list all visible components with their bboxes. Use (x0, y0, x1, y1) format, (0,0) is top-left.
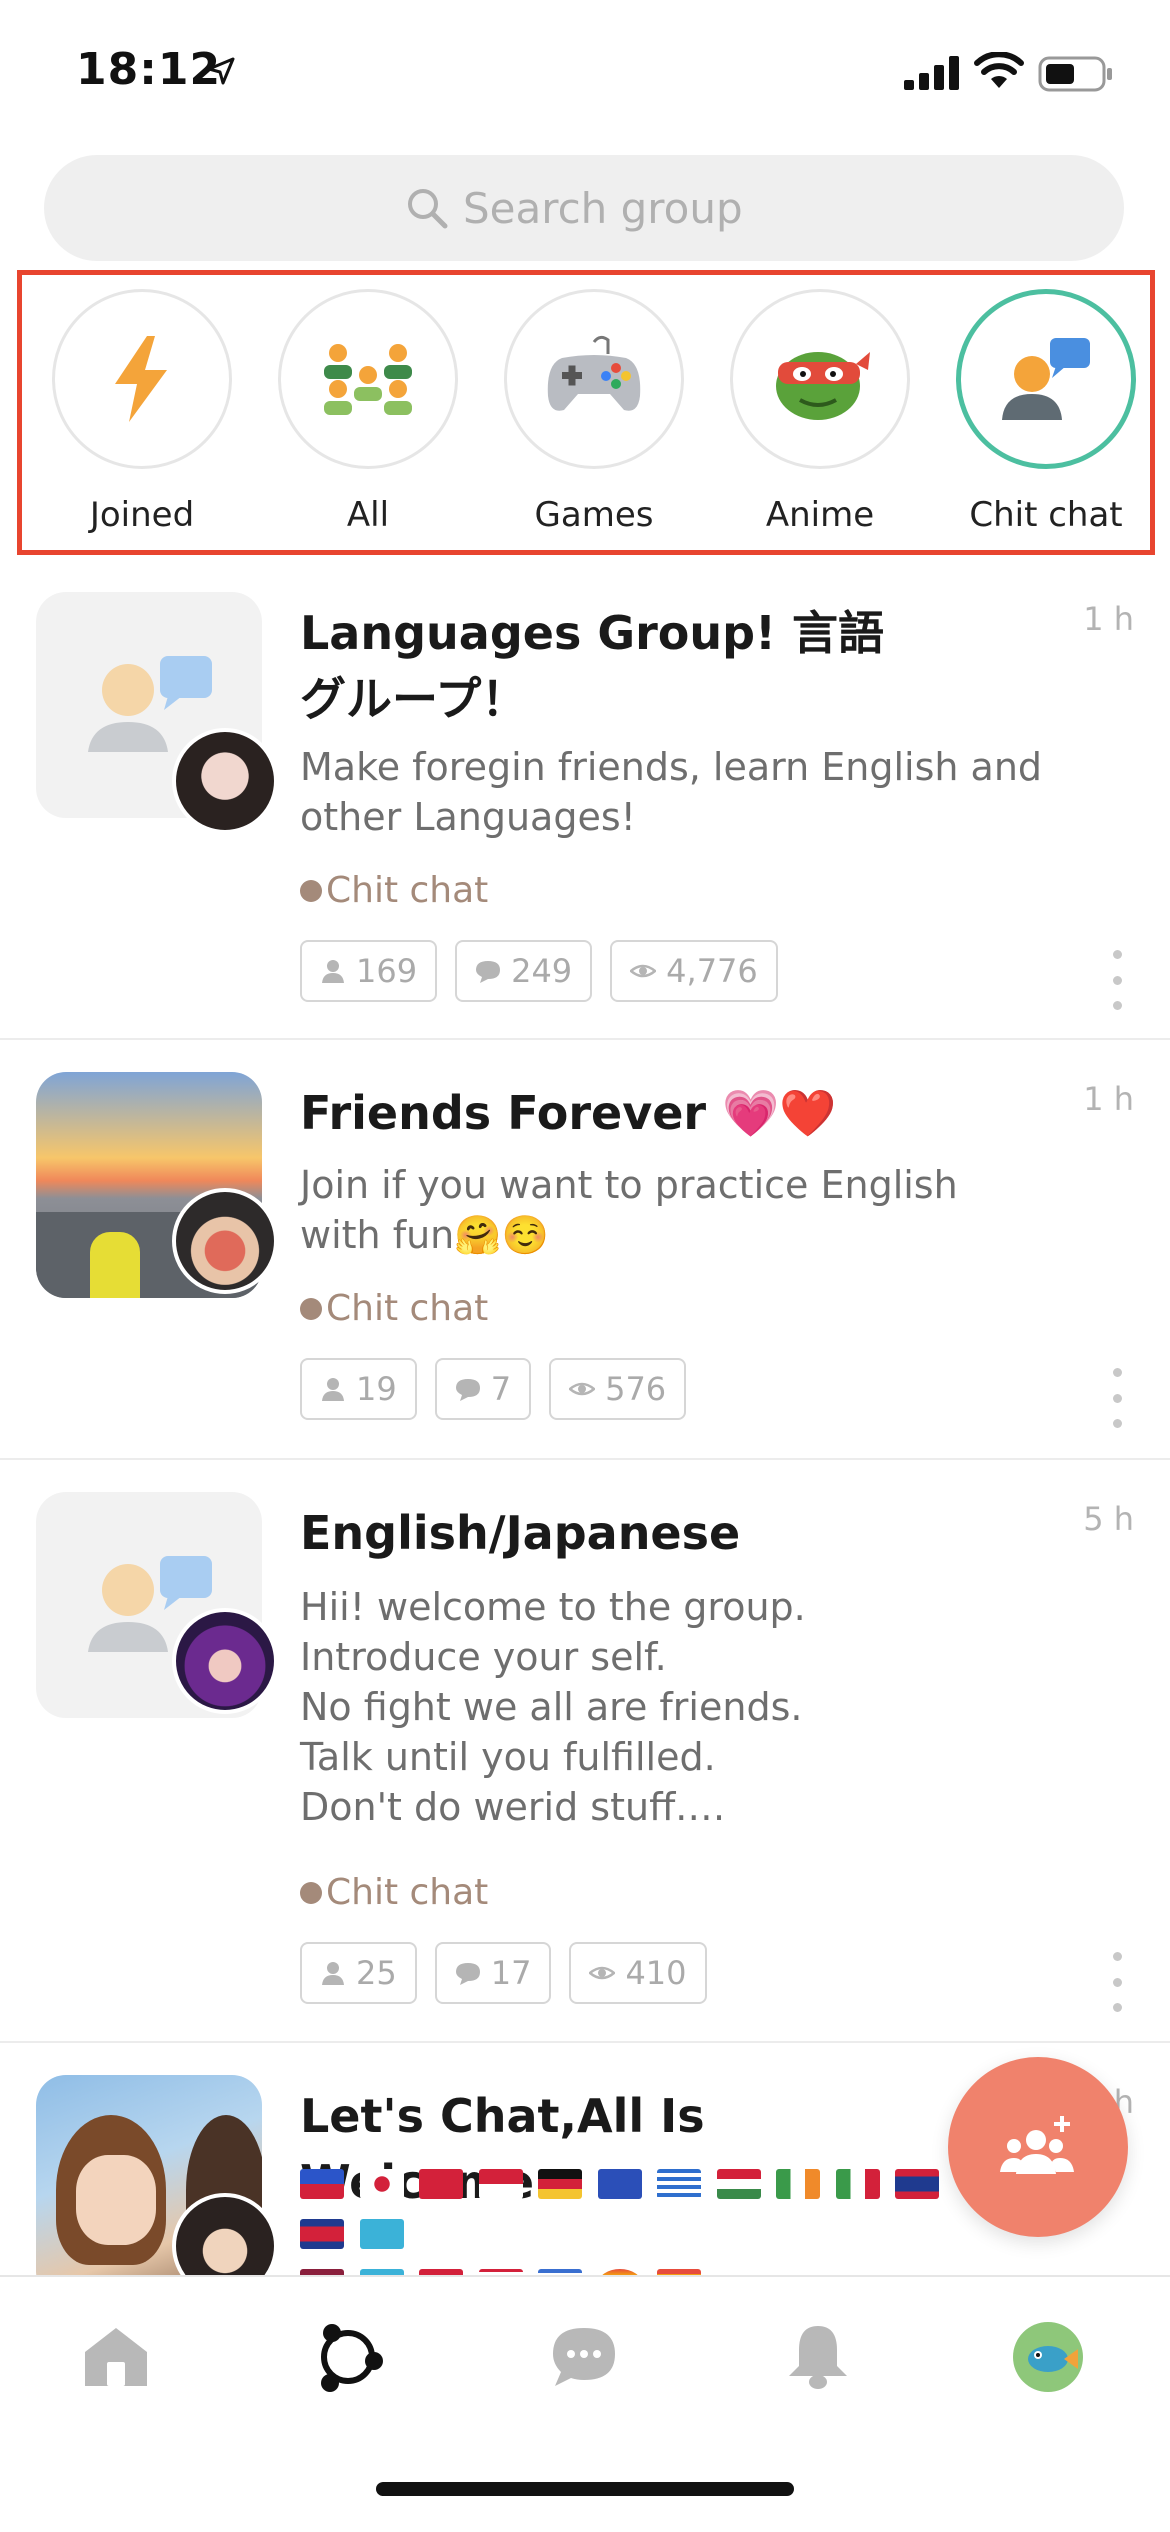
speech-bubble-icon (455, 1379, 480, 1401)
group-description: Join if you want to practice English wit… (300, 1163, 958, 1257)
group-tag-label: Chit chat (326, 1872, 489, 1913)
eye-icon (630, 964, 657, 978)
group-tag: Chit chat (300, 1288, 488, 1329)
category-label: Chit chat (969, 495, 1123, 535)
group-card[interactable]: English/Japanese 5 h Hii! welcome to the… (0, 1460, 1170, 2043)
group-stats: 169 249 4,776 (300, 940, 778, 1002)
category-selector: Joined All Games Anime Chit chat (17, 270, 1155, 555)
location-arrow-icon (207, 57, 235, 85)
view-count: 410 (569, 1942, 707, 2004)
category-label: Anime (765, 495, 875, 535)
people-group-icon (324, 344, 412, 415)
tab-messages[interactable] (546, 2319, 622, 2395)
tab-profile[interactable] (1010, 2319, 1086, 2395)
group-title: Languages Group! 言語グループ！ (300, 606, 885, 726)
speech-bubble-icon (455, 1963, 480, 1985)
groups-network-icon (321, 2324, 383, 2392)
group-time: 1 h (1083, 600, 1134, 638)
comment-count: 249 (455, 940, 593, 1002)
group-time: 5 h (1083, 1500, 1134, 1538)
speech-bubble-icon (476, 961, 501, 983)
category-all[interactable]: All (273, 289, 463, 535)
view-count: 4,776 (610, 940, 778, 1002)
group-feed: Languages Group! 言語グループ！ 1 h Make foregi… (0, 560, 1170, 2275)
profile-avatar (1013, 2322, 1083, 2392)
person-icon (322, 960, 344, 983)
tab-home[interactable] (78, 2319, 154, 2395)
group-card[interactable]: Friends Forever 💗❤️ 1 h Join if you want… (0, 1040, 1170, 1460)
category-label: Joined (89, 495, 195, 535)
category-games[interactable]: Games (499, 289, 689, 535)
owner-avatar[interactable] (172, 1188, 278, 1294)
group-description: Make foregin friends, learn English and … (300, 745, 1043, 839)
more-options-icon[interactable] (1102, 1368, 1132, 1428)
group-stats: 19 7 576 (300, 1358, 687, 1420)
member-count: 169 (300, 940, 438, 1002)
eye-icon (589, 1966, 616, 1980)
owner-avatar[interactable] (172, 728, 278, 834)
search-bar[interactable] (44, 155, 1124, 261)
group-card[interactable]: Languages Group! 言語グループ！ 1 h Make foregi… (0, 560, 1170, 1040)
gamepad-icon (547, 335, 641, 411)
group-stats: 25 17 410 (300, 1942, 707, 2004)
add-group-icon (1000, 2116, 1074, 2174)
group-tag: Chit chat (300, 870, 488, 911)
person-icon (322, 1962, 344, 1985)
group-tag: Chit chat (300, 1872, 488, 1913)
person-icon (322, 1378, 344, 1401)
group-time: 1 h (1083, 1080, 1134, 1118)
status-time: 18:12 (76, 44, 222, 95)
chat-person-icon (1002, 338, 1090, 420)
more-options-icon[interactable] (1102, 1952, 1132, 2012)
flag-row (300, 2163, 1000, 2275)
home-icon (85, 2328, 147, 2386)
tab-groups[interactable] (310, 2319, 386, 2395)
group-description: Hii! welcome to the group. Introduce you… (300, 1585, 806, 1829)
more-options-icon[interactable] (1102, 950, 1132, 1010)
category-chit-chat[interactable]: Chit chat (951, 289, 1141, 535)
wifi-icon (974, 52, 1024, 88)
group-tag-label: Chit chat (326, 1288, 489, 1329)
cellular-signal-icon (904, 56, 959, 90)
search-input[interactable] (463, 183, 763, 233)
search-icon (408, 189, 448, 229)
category-label: All (346, 495, 390, 535)
tab-notifications[interactable] (780, 2319, 856, 2395)
comment-count: 7 (434, 1358, 532, 1420)
group-tag-label: Chit chat (326, 870, 489, 911)
create-group-button[interactable] (948, 2057, 1128, 2237)
eye-icon (569, 1382, 596, 1396)
status-bar: 18:12 (0, 0, 1170, 140)
comment-count: 17 (434, 1942, 552, 2004)
view-count: 576 (549, 1358, 687, 1420)
group-title: Friends Forever 💗❤️ (300, 1086, 837, 1140)
ninja-turtle-icon (776, 352, 870, 420)
member-count: 19 (300, 1358, 417, 1420)
home-indicator (376, 2482, 794, 2496)
owner-avatar[interactable] (172, 1608, 278, 1714)
member-count: 25 (300, 1942, 417, 2004)
category-label: Games (534, 495, 654, 535)
lightning-icon (115, 336, 167, 422)
bell-icon (789, 2326, 847, 2389)
group-title: English/Japanese (300, 1506, 741, 1560)
category-anime[interactable]: Anime (725, 289, 915, 535)
category-joined[interactable]: Joined (47, 289, 237, 535)
battery-icon (1038, 56, 1112, 92)
chat-icon (553, 2328, 615, 2386)
